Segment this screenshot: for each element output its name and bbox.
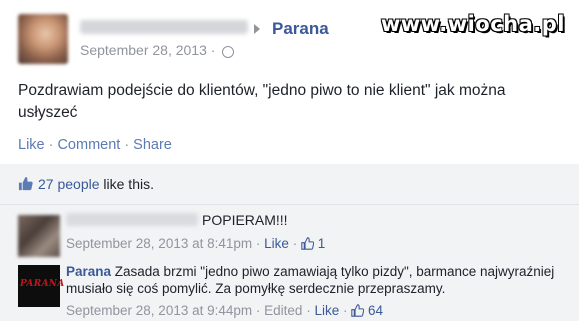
- divider: [0, 204, 579, 205]
- separator: ·: [292, 236, 301, 251]
- comment-link[interactable]: Comment: [57, 137, 120, 153]
- arrow-right-icon: [254, 24, 260, 34]
- comment-meta: September 28, 2013 at 8:41pm · Like · 1: [66, 236, 325, 251]
- comment-like-count[interactable]: 1: [318, 236, 326, 251]
- likes-summary: 27 people like this.: [18, 176, 154, 194]
- edited-label[interactable]: Edited: [264, 303, 302, 318]
- comment-like-link[interactable]: Like: [264, 236, 289, 251]
- post-actions: Like · Comment · Share: [18, 137, 172, 153]
- page-avatar[interactable]: PARANA: [18, 265, 65, 307]
- share-link[interactable]: Share: [133, 137, 172, 153]
- separator: ·: [124, 137, 130, 153]
- comment-date[interactable]: September 28, 2013 at 8:41pm: [66, 236, 252, 251]
- comment-meta: September 28, 2013 at 9:44pm · Edited · …: [66, 303, 383, 318]
- commenter-avatar[interactable]: [18, 215, 60, 257]
- thumbs-up-icon: [301, 236, 315, 251]
- separator: ·: [255, 236, 265, 251]
- thumbs-up-icon: [18, 176, 33, 194]
- like-link[interactable]: Like: [18, 137, 45, 153]
- separator: ·: [48, 137, 54, 153]
- likes-count-link[interactable]: 27 people: [38, 176, 100, 192]
- author-name-blurred[interactable]: [80, 20, 248, 34]
- page-name-link[interactable]: Parana: [272, 19, 329, 39]
- comment-like-link[interactable]: Like: [314, 303, 339, 318]
- separator: ·: [342, 303, 352, 318]
- post-text: Pozdrawiam podejście do klientów, "jedno…: [18, 82, 506, 121]
- comment-body: Zasada brzmi "jedno piwo zamawiają tylko…: [66, 264, 555, 296]
- comment-date[interactable]: September 28, 2013 at 9:44pm: [66, 303, 252, 318]
- comment-author-link[interactable]: Parana: [66, 264, 111, 279]
- comment-text: POPIERAM!!!: [202, 212, 288, 228]
- post-date[interactable]: September 28, 2013 ·: [80, 42, 215, 58]
- globe-icon: [222, 46, 234, 58]
- commenter-name-blurred[interactable]: [66, 213, 198, 226]
- likes-suffix: like this.: [99, 176, 154, 192]
- author-avatar[interactable]: [18, 14, 68, 64]
- post-header: Parana September 28, 2013 · www.wiocha.p…: [0, 0, 579, 70]
- comment-text: Parana Zasada brzmi "jedno piwo zamawiaj…: [66, 263, 571, 297]
- parana-logo: PARANA: [20, 279, 65, 289]
- separator: ·: [255, 303, 265, 318]
- watermark: www.wiocha.pl: [380, 12, 565, 36]
- thumbs-up-icon: [351, 303, 365, 318]
- comment-like-count[interactable]: 64: [368, 303, 383, 318]
